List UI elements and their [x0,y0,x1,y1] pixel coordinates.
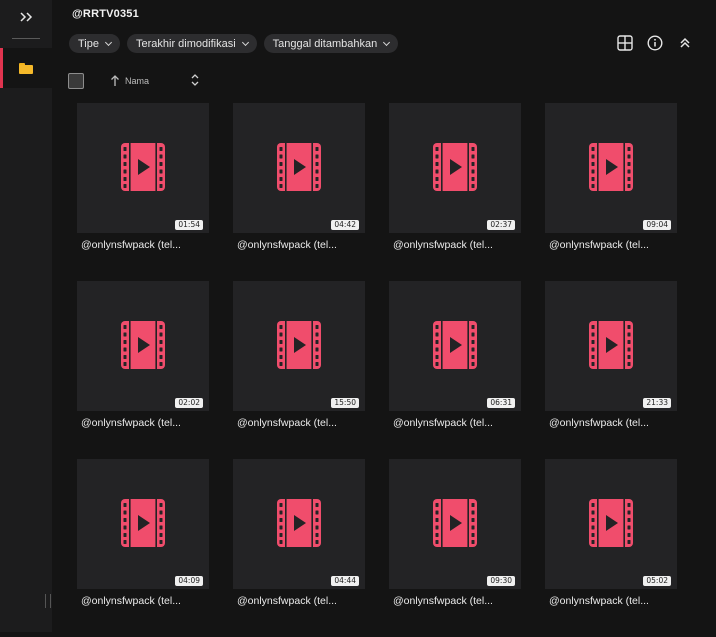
sort-ascending-icon[interactable] [109,73,121,87]
video-file-icon [121,321,165,369]
video-thumbnail[interactable]: 04:42 [233,103,365,233]
video-file-icon [121,143,165,191]
video-file-icon [277,321,321,369]
double-chevron-right-icon [20,12,33,22]
video-thumbnail[interactable]: 02:02 [77,281,209,411]
file-card[interactable]: 09:04 @onlynsfwpack (tel... [545,103,677,281]
file-card[interactable]: 04:09 @onlynsfwpack (tel... [77,459,209,637]
sidebar-item-folder[interactable] [0,48,52,88]
video-thumbnail[interactable]: 09:04 [545,103,677,233]
duration-badge: 15:50 [331,398,359,408]
file-name[interactable]: @onlynsfwpack (tel... [237,239,365,251]
filter-last-modified-chip[interactable]: Terakhir dimodifikasi [127,34,257,53]
file-card[interactable]: 09:30 @onlynsfwpack (tel... [389,459,521,637]
file-name[interactable]: @onlynsfwpack (tel... [81,417,209,429]
duration-badge: 02:02 [175,398,203,408]
file-name[interactable]: @onlynsfwpack (tel... [393,417,521,429]
video-file-icon [121,499,165,547]
video-file-icon [589,143,633,191]
file-card[interactable]: 04:44 @onlynsfwpack (tel... [233,459,365,637]
file-card[interactable]: 02:37 @onlynsfwpack (tel... [389,103,521,281]
sidebar-resize-handle[interactable] [45,594,51,608]
video-file-icon [589,499,633,547]
file-name[interactable]: @onlynsfwpack (tel... [549,595,677,607]
chevron-down-icon [383,38,391,46]
file-name[interactable]: @onlynsfwpack (tel... [81,239,209,251]
video-file-icon [589,321,633,369]
filter-label: Tipe [78,37,99,50]
filter-bar: Tipe Terakhir dimodifikasi Tanggal ditam… [69,34,399,53]
video-thumbnail[interactable]: 09:30 [389,459,521,589]
duration-badge: 09:30 [487,576,515,586]
duration-badge: 02:37 [487,220,515,230]
duration-badge: 09:04 [643,220,671,230]
file-name[interactable]: @onlynsfwpack (tel... [237,595,365,607]
video-file-icon [277,499,321,547]
file-name[interactable]: @onlynsfwpack (tel... [81,595,209,607]
expand-sidebar-button[interactable] [0,0,52,34]
duration-badge: 06:31 [487,398,515,408]
video-file-icon [433,321,477,369]
duration-badge: 04:44 [331,576,359,586]
sidebar [0,0,52,632]
video-thumbnail[interactable]: 21:33 [545,281,677,411]
file-card[interactable]: 21:33 @onlynsfwpack (tel... [545,281,677,459]
file-card[interactable]: 01:54 @onlynsfwpack (tel... [77,103,209,281]
folder-icon [19,62,33,74]
video-thumbnail[interactable]: 04:09 [77,459,209,589]
filter-date-added-chip[interactable]: Tanggal ditambahkan [263,34,399,53]
select-all-checkbox[interactable] [68,73,84,89]
page-title: @RRTV0351 [72,8,139,20]
chevron-down-icon [241,38,249,46]
video-thumbnail[interactable]: 04:44 [233,459,365,589]
file-card[interactable]: 06:31 @onlynsfwpack (tel... [389,281,521,459]
video-thumbnail[interactable]: 06:31 [389,281,521,411]
file-name[interactable]: @onlynsfwpack (tel... [237,417,365,429]
duration-badge: 21:33 [643,398,671,408]
file-name[interactable]: @onlynsfwpack (tel... [549,239,677,251]
video-file-icon [277,143,321,191]
collapse-button[interactable] [676,34,694,52]
video-file-icon [433,499,477,547]
file-card[interactable]: 05:02 @onlynsfwpack (tel... [545,459,677,637]
file-name[interactable]: @onlynsfwpack (tel... [393,239,521,251]
view-toolbar [616,34,694,52]
file-grid: 01:54 @onlynsfwpack (tel... 04:42 @onlyn… [77,103,677,637]
video-thumbnail[interactable]: 01:54 [77,103,209,233]
filter-label: Terakhir dimodifikasi [136,37,236,50]
duration-badge: 01:54 [175,220,203,230]
duration-badge: 04:09 [175,576,203,586]
sort-row: Nama [68,72,708,92]
info-button[interactable] [646,34,664,52]
info-icon [647,35,663,51]
file-card[interactable]: 15:50 @onlynsfwpack (tel... [233,281,365,459]
video-file-icon [433,143,477,191]
video-thumbnail[interactable]: 02:37 [389,103,521,233]
grid-view-icon [617,35,633,51]
sort-label[interactable]: Nama [125,76,149,86]
video-thumbnail[interactable]: 05:02 [545,459,677,589]
sidebar-divider [12,38,40,39]
grid-view-button[interactable] [616,34,634,52]
file-card[interactable]: 02:02 @onlynsfwpack (tel... [77,281,209,459]
file-name[interactable]: @onlynsfwpack (tel... [549,417,677,429]
filter-type-chip[interactable]: Tipe [69,34,120,53]
file-name[interactable]: @onlynsfwpack (tel... [393,595,521,607]
file-card[interactable]: 04:42 @onlynsfwpack (tel... [233,103,365,281]
filter-label: Tanggal ditambahkan [272,37,378,50]
sort-toggle-icon[interactable] [190,72,200,88]
duration-badge: 05:02 [643,576,671,586]
collapse-icon [680,37,690,48]
chevron-down-icon [104,38,113,46]
duration-badge: 04:42 [331,220,359,230]
video-thumbnail[interactable]: 15:50 [233,281,365,411]
main-content: @RRTV0351 Tipe Terakhir dimodifikasi Tan… [52,0,716,632]
